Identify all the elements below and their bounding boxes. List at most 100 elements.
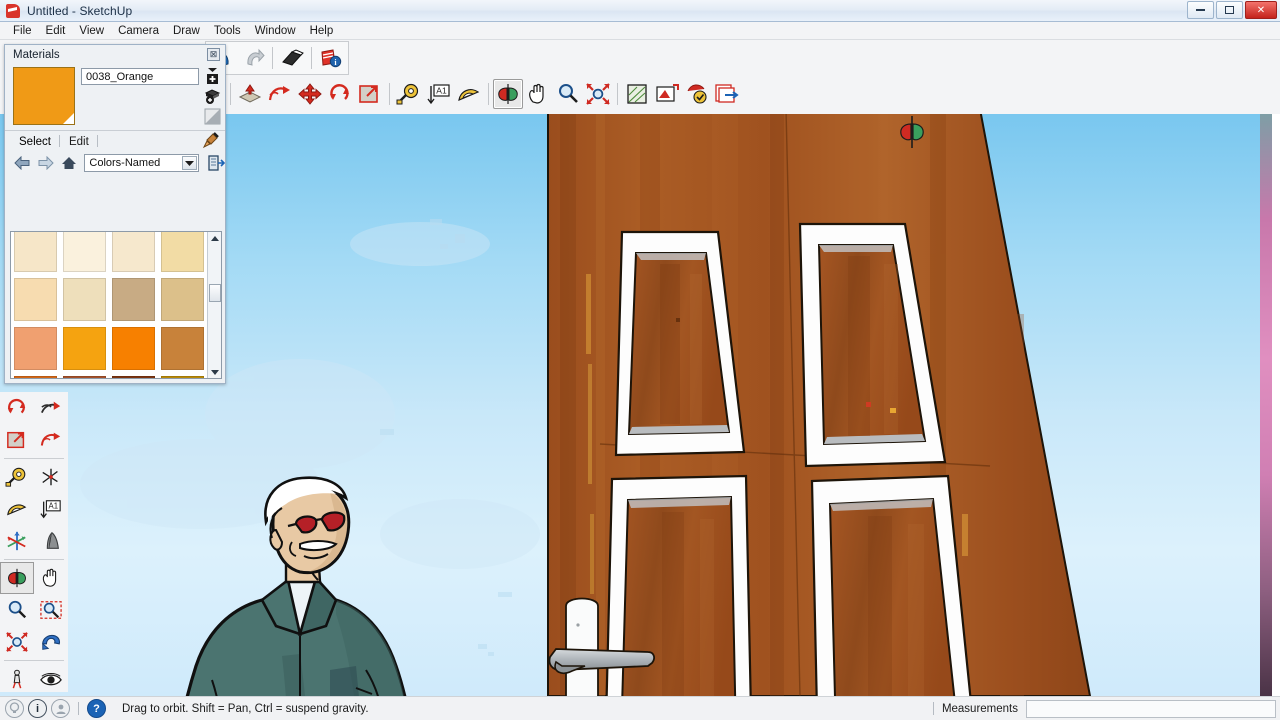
follow-me-button[interactable] (265, 79, 295, 109)
material-swatch[interactable] (161, 376, 204, 378)
minimize-button[interactable] (1187, 1, 1214, 19)
material-swatch-grid[interactable] (10, 231, 222, 379)
help-icon[interactable]: ? (87, 699, 106, 718)
info-icon[interactable]: i (28, 699, 47, 718)
pan-tool[interactable] (34, 562, 68, 594)
push-pull-button[interactable] (235, 79, 265, 109)
left-tool-group-2 (0, 461, 68, 493)
forward-button[interactable] (37, 154, 55, 172)
tab-select[interactable]: Select (15, 136, 57, 150)
scroll-down-arrow-icon[interactable] (208, 365, 221, 378)
materials-current-section: 0038_Orange (5, 65, 225, 130)
scroll-up-arrow-icon[interactable] (208, 232, 221, 245)
next-scene-button[interactable] (712, 79, 742, 109)
material-swatch[interactable] (63, 278, 106, 321)
dimension-tool[interactable]: A1 (34, 493, 68, 525)
measurements-input[interactable] (1026, 699, 1276, 718)
material-swatch[interactable] (14, 232, 57, 272)
menu-camera[interactable]: Camera (111, 24, 166, 38)
toolbar-separator (272, 46, 273, 69)
material-swatch[interactable] (161, 327, 204, 370)
material-swatch[interactable] (63, 327, 106, 370)
zoom-extents-button[interactable] (583, 79, 613, 109)
material-swatch[interactable] (14, 327, 57, 370)
sample-paint-button[interactable] (203, 86, 222, 106)
chevron-down-icon[interactable] (182, 156, 198, 170)
add-scene-button[interactable] (652, 79, 682, 109)
account-icon[interactable] (51, 699, 70, 718)
update-scene-button[interactable] (682, 79, 712, 109)
orbit-tool[interactable] (0, 562, 34, 594)
swatch-scrollbar[interactable] (207, 232, 221, 378)
library-select[interactable]: Colors-Named (84, 154, 200, 172)
material-swatch[interactable] (14, 376, 57, 378)
axes-origin-tool[interactable] (0, 525, 34, 557)
details-flyout-button[interactable] (207, 154, 225, 172)
material-swatch[interactable] (161, 278, 204, 321)
zoom-window-tool[interactable] (34, 594, 68, 626)
material-swatch[interactable] (63, 376, 106, 378)
home-button[interactable] (61, 154, 79, 172)
back-button[interactable] (13, 154, 31, 172)
material-swatch[interactable] (112, 327, 155, 370)
toolbar-divider (4, 559, 64, 560)
axes-tool[interactable] (34, 461, 68, 493)
offset-tool[interactable] (34, 424, 68, 456)
menu-tools[interactable]: Tools (207, 24, 248, 38)
material-swatch[interactable] (161, 232, 204, 272)
menu-help[interactable]: Help (303, 24, 341, 38)
zoom-tool[interactable] (0, 594, 34, 626)
materials-panel[interactable]: Materials ⊠ 0038_Orange Select Edit Colo… (4, 44, 226, 384)
look-around-tool[interactable] (34, 663, 68, 695)
material-swatch[interactable] (63, 232, 106, 272)
scale-tool[interactable] (0, 424, 34, 456)
protractor-button[interactable] (454, 79, 484, 109)
menu-file[interactable]: File (6, 24, 39, 38)
close-button[interactable]: ✕ (1245, 1, 1277, 19)
rotate-tool[interactable] (0, 392, 34, 424)
menu-draw[interactable]: Draw (166, 24, 207, 38)
zoom-button[interactable] (553, 79, 583, 109)
follow-me-tool[interactable] (34, 392, 68, 424)
maximize-button[interactable] (1216, 1, 1243, 19)
orbit-button[interactable] (493, 79, 523, 109)
menu-view[interactable]: View (72, 24, 111, 38)
toolbar-separator (389, 83, 390, 105)
menu-window[interactable]: Window (248, 24, 303, 38)
model-info-button[interactable]: i (316, 43, 346, 73)
create-material-button[interactable] (203, 66, 222, 86)
zoom-extents-tool[interactable] (0, 626, 34, 658)
left-tool-group-3 (0, 562, 68, 594)
tab-edit[interactable]: Edit (65, 136, 95, 150)
door-panel-bottom-right (810, 474, 972, 696)
material-swatch[interactable] (112, 278, 155, 321)
material-swatch[interactable] (112, 376, 155, 378)
section-plane-button[interactable] (622, 79, 652, 109)
protractor-tool[interactable] (0, 493, 34, 525)
redo-button[interactable] (238, 43, 268, 73)
scale-button[interactable] (355, 79, 385, 109)
menu-edit[interactable]: Edit (39, 24, 73, 38)
previous-view-tool[interactable] (34, 626, 68, 658)
position-camera-tool[interactable] (0, 663, 34, 695)
eyedropper-button[interactable] (202, 132, 219, 149)
eraser-button[interactable] (277, 43, 307, 73)
material-swatch[interactable] (112, 232, 155, 272)
material-name-field[interactable]: 0038_Orange (81, 68, 199, 85)
materials-panel-close-icon[interactable]: ⊠ (207, 48, 220, 61)
pan-button[interactable] (523, 79, 553, 109)
rotate-button[interactable] (325, 79, 355, 109)
scrollbar-thumb[interactable] (209, 284, 221, 302)
dimension-button[interactable]: A1 (424, 79, 454, 109)
tape-measure-tool[interactable] (0, 461, 34, 493)
move-button[interactable] (295, 79, 325, 109)
hint-bulb-icon[interactable] (5, 699, 24, 718)
sketchup-window: Untitled - SketchUp ✕ File Edit View Cam… (0, 0, 1280, 720)
display-swatch-button[interactable] (203, 106, 222, 126)
measurements-label: Measurements (941, 702, 1018, 715)
3d-text-tool[interactable] (34, 525, 68, 557)
left-tool-group-3b (0, 594, 68, 626)
current-material-swatch[interactable] (13, 67, 75, 125)
material-swatch[interactable] (14, 278, 57, 321)
tape-measure-button[interactable] (394, 79, 424, 109)
